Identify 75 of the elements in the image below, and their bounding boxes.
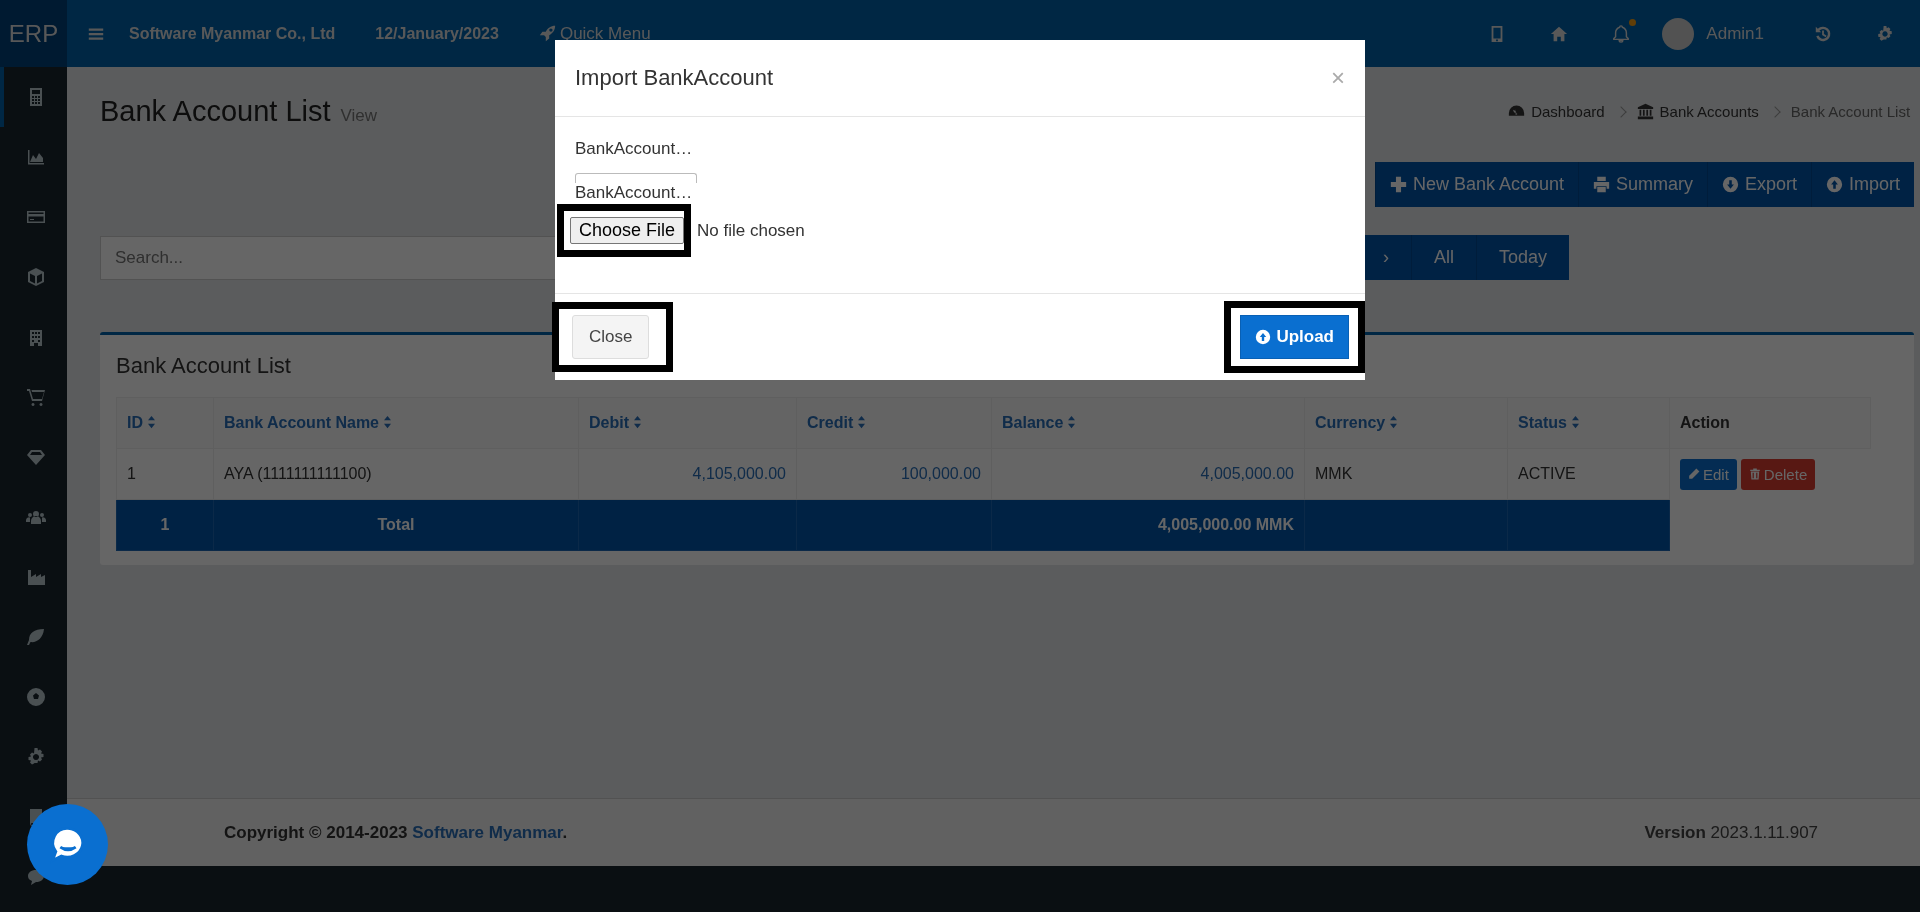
filter-button[interactable]: Today: [1476, 235, 1570, 280]
avatar[interactable]: [1662, 17, 1695, 50]
total-cell: Total: [213, 499, 579, 551]
field-label: BankAccount…: [575, 139, 694, 159]
input-field[interactable]: [575, 173, 697, 183]
notification-dot: [1629, 18, 1637, 26]
download-icon: [1722, 176, 1739, 193]
sort-icon: [857, 415, 867, 429]
upload-icon: [1826, 176, 1844, 193]
column-header[interactable]: Currency: [1304, 397, 1508, 449]
bank-icon: [1636, 103, 1654, 120]
diamond-icon: [25, 447, 46, 467]
file-status: No file chosen: [697, 220, 805, 241]
pencil-icon: [1688, 468, 1700, 480]
factory-icon: [25, 567, 46, 587]
company-name: Software Myanmar Co., Ltd: [129, 24, 336, 43]
rocket-icon: [538, 25, 556, 42]
breadcrumb-link[interactable]: Bank Accounts: [1636, 103, 1759, 120]
history-icon[interactable]: [1814, 24, 1832, 43]
total-cell: 1: [116, 499, 214, 551]
home-icon[interactable]: [1550, 24, 1569, 43]
total-cell: 4,005,000.00 MMK: [991, 499, 1305, 551]
table-cell: 4,005,000.00: [991, 448, 1305, 500]
column-header[interactable]: ID: [116, 397, 214, 449]
toolbar-button[interactable]: Import: [1811, 162, 1915, 207]
toolbar-button[interactable]: New Bank Account: [1374, 162, 1578, 207]
cube-icon: [25, 267, 46, 287]
company-link[interactable]: Software Myanmar: [412, 822, 563, 842]
date-label: 12/January/2023: [375, 24, 499, 43]
column-header[interactable]: Bank Account Name: [213, 397, 579, 449]
dialog-title: Import BankAccount: [575, 65, 774, 91]
bell-icon[interactable]: [1612, 24, 1631, 43]
table-cell: MMK: [1304, 448, 1508, 500]
table-cell: ACTIVE: [1507, 448, 1670, 500]
sort-icon: [1067, 415, 1077, 429]
breadcrumb-link[interactable]: Dashboard: [1508, 103, 1605, 120]
sort-icon: [147, 415, 156, 429]
edit-button[interactable]: Edit: [1680, 458, 1737, 490]
logo[interactable]: ERP: [0, 0, 67, 67]
close-button[interactable]: Close: [572, 315, 650, 359]
table-cell: 1: [116, 448, 214, 500]
card-title: Bank Account List: [116, 353, 291, 379]
field-label: BankAccount…: [575, 183, 694, 203]
column-header[interactable]: Credit: [796, 397, 992, 449]
copyright-text: Copyright © 2014-2023 Software Myanmar.: [224, 822, 568, 843]
column-header[interactable]: Status: [1507, 397, 1670, 449]
sort-icon: [383, 415, 392, 429]
toolbar-button[interactable]: Export: [1707, 162, 1812, 207]
column-header: Action: [1669, 397, 1871, 449]
settings-icon[interactable]: [1876, 24, 1894, 43]
delete-button[interactable]: Delete: [1740, 458, 1816, 490]
area-chart-icon: [25, 147, 46, 167]
upload-button[interactable]: Upload: [1240, 315, 1349, 359]
table-cell: 4,105,000.00: [578, 448, 797, 500]
page-title: Bank Account List: [100, 95, 331, 127]
printer-icon: [1593, 176, 1610, 193]
plus-icon: [1389, 176, 1407, 193]
close-button[interactable]: ×: [1331, 64, 1345, 92]
user-name[interactable]: Admin1: [1706, 23, 1764, 44]
sort-icon: [1389, 415, 1399, 429]
leaf-icon: [25, 627, 46, 647]
table-cell: 100,000.00: [796, 448, 992, 500]
choose-file-button[interactable]: Choose File: [570, 217, 685, 244]
sort-icon: [633, 415, 642, 429]
table-cell: AYA (1111111111100): [213, 448, 579, 500]
version-text: Version 2023.1.11.907: [1644, 822, 1819, 843]
filter-button[interactable]: All: [1411, 235, 1476, 280]
upload-icon: [1255, 329, 1272, 345]
trash-icon: [1748, 468, 1761, 480]
toolbar-button[interactable]: Summary: [1578, 162, 1707, 207]
column-header[interactable]: Balance: [991, 397, 1305, 449]
cart-icon: [25, 387, 46, 407]
quick-menu-link[interactable]: Quick Menu: [538, 23, 651, 44]
column-header[interactable]: Debit: [578, 397, 797, 449]
sort-icon: [1570, 415, 1580, 429]
